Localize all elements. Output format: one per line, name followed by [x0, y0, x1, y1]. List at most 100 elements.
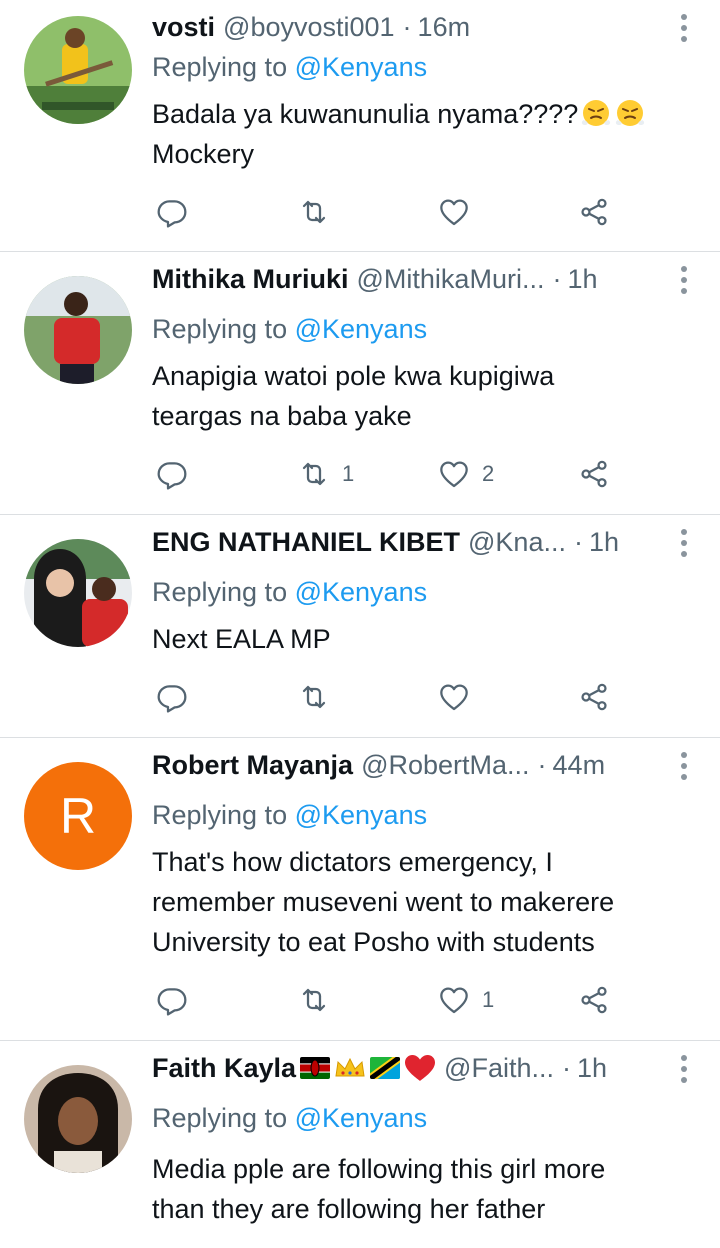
share-button[interactable]	[578, 454, 610, 494]
tweet-text-line: remember museveni went to makerere	[152, 887, 615, 917]
more-options-icon[interactable]	[680, 752, 688, 780]
display-name[interactable]: ENG NATHANIEL KIBET	[152, 527, 460, 558]
share-icon	[578, 984, 610, 1016]
separator-dot: ·	[402, 11, 412, 42]
timestamp[interactable]: 1h	[589, 527, 619, 558]
replying-to-label: Replying to	[152, 1103, 288, 1133]
tweet-header: Faith Kayla @Faith... · 1h	[152, 1051, 690, 1085]
tweet-actions	[152, 677, 720, 717]
mention-link[interactable]: @Kenyans	[295, 314, 427, 344]
retweet-count: 1	[342, 461, 355, 486]
retweet-button[interactable]	[298, 192, 342, 232]
tweet-text-line: University to eat Posho with students	[152, 927, 595, 957]
like-button[interactable]	[438, 192, 482, 232]
steam-from-nose-emoji	[614, 96, 646, 128]
tweet-header: ENG NATHANIEL KIBET @Kna... · 1h	[152, 525, 690, 559]
mention-link[interactable]: @Kenyans	[295, 800, 427, 830]
timestamp[interactable]: 44m	[553, 750, 606, 781]
replying-to-label: Replying to	[152, 314, 288, 344]
like-icon	[438, 984, 470, 1016]
tweet-text-line: Anapigia watoi pole kwa kupigiwa	[152, 361, 555, 391]
user-handle[interactable]: @Kna...	[468, 527, 566, 558]
reply-button[interactable]	[156, 454, 200, 494]
retweet-button[interactable]: 1	[298, 454, 354, 494]
tweet[interactable]: Faith Kayla @Faith... · 1h Replying to @…	[0, 1041, 720, 1248]
kenya-flag-emoji	[300, 1057, 331, 1079]
like-icon	[438, 458, 470, 490]
tweet-text: Anapigia watoi pole kwa kupigiwa teargas…	[152, 356, 692, 436]
mention-link[interactable]: @Kenyans	[295, 577, 427, 607]
user-handle[interactable]: @Faith...	[444, 1053, 554, 1084]
display-name[interactable]: vosti	[152, 12, 215, 43]
more-options-icon[interactable]	[680, 266, 688, 294]
avatar[interactable]	[24, 539, 132, 647]
display-name[interactable]: Faith Kayla	[152, 1053, 296, 1084]
share-icon	[578, 458, 610, 490]
avatar[interactable]	[24, 1065, 132, 1173]
replying-to: Replying to @Kenyans	[152, 52, 427, 83]
tweet-actions: 1	[152, 980, 720, 1020]
more-options-icon[interactable]	[680, 1055, 688, 1083]
avatar-letter: R	[59, 788, 97, 844]
timestamp[interactable]: 1h	[577, 1053, 607, 1084]
retweet-icon	[298, 458, 330, 490]
tweet-actions	[152, 192, 720, 232]
steam-from-nose-emoji	[580, 96, 612, 128]
retweet-button[interactable]	[298, 677, 342, 717]
like-button[interactable]: 2	[438, 454, 494, 494]
share-icon	[578, 681, 610, 713]
avatar[interactable]	[24, 276, 132, 384]
like-icon	[438, 196, 470, 228]
reply-icon	[156, 196, 188, 228]
reply-button[interactable]	[156, 677, 200, 717]
user-handle[interactable]: @RobertMa...	[361, 750, 529, 781]
retweet-icon	[298, 681, 330, 713]
separator-dot: ·	[573, 526, 583, 557]
user-handle[interactable]: @MithikaMuri...	[357, 264, 545, 295]
reply-button[interactable]	[156, 980, 200, 1020]
replying-to-label: Replying to	[152, 52, 288, 82]
replying-to: Replying to @Kenyans	[152, 314, 427, 345]
name-emoji-group	[300, 1054, 436, 1082]
reply-icon	[156, 681, 188, 713]
separator-dot: ·	[562, 1052, 571, 1083]
user-handle[interactable]: @boyvosti001	[223, 12, 395, 43]
like-count: 1	[482, 987, 495, 1012]
tweet[interactable]: R Robert Mayanja @RobertMa... · 44m Repl…	[0, 738, 720, 1041]
replying-to-label: Replying to	[152, 800, 288, 830]
share-button[interactable]	[578, 677, 610, 717]
share-button[interactable]	[578, 192, 610, 232]
mention-link[interactable]: @Kenyans	[295, 1103, 427, 1133]
separator-dot: ·	[552, 263, 562, 294]
more-options-icon[interactable]	[680, 529, 688, 557]
tweet-header: Robert Mayanja @RobertMa... · 44m	[152, 748, 690, 782]
display-name[interactable]: Mithika Muriuki	[152, 264, 349, 295]
tweet-text-line: Badala ya kuwanunulia nyama????	[152, 99, 579, 129]
avatar[interactable]	[24, 16, 132, 124]
timestamp[interactable]: 16m	[418, 12, 471, 43]
tweet-text: Media pple are following this girl more …	[152, 1149, 692, 1229]
mention-link[interactable]: @Kenyans	[295, 52, 427, 82]
tweet[interactable]: ENG NATHANIEL KIBET @Kna... · 1h Replyin…	[0, 515, 720, 738]
tanzania-flag-emoji	[370, 1057, 401, 1079]
avatar[interactable]: R	[24, 762, 132, 870]
like-icon	[438, 681, 470, 713]
separator-dot: ·	[537, 749, 547, 780]
share-button[interactable]	[578, 980, 610, 1020]
tweet-text-line: Media pple are following this girl more	[152, 1154, 606, 1184]
tweet[interactable]: Mithika Muriuki @MithikaMuri... · 1h Rep…	[0, 252, 720, 515]
red-heart-emoji	[405, 1055, 436, 1081]
more-options-icon[interactable]	[680, 14, 688, 42]
reply-button[interactable]	[156, 192, 200, 232]
like-button[interactable]	[438, 677, 482, 717]
tweet-header: vosti @boyvosti001 · 16m	[152, 10, 690, 44]
like-button[interactable]: 1	[438, 980, 494, 1020]
crown-emoji	[335, 1057, 365, 1077]
tweet-text-line: That's how dictators emergency, I	[152, 847, 553, 877]
tweet[interactable]: vosti @boyvosti001 · 16m Replying to @Ke…	[0, 0, 720, 252]
tweet-text-line: than they are following her father	[152, 1194, 546, 1224]
retweet-button[interactable]	[298, 980, 342, 1020]
display-name[interactable]: Robert Mayanja	[152, 750, 353, 781]
tweet-actions: 1 2	[152, 454, 720, 494]
timestamp[interactable]: 1h	[567, 264, 597, 295]
